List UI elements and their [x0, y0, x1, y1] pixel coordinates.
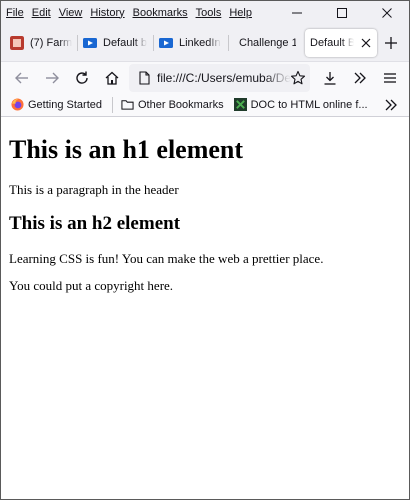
menu-history[interactable]: History — [90, 7, 124, 19]
folder-icon — [121, 100, 134, 110]
more-tools-button[interactable] — [345, 64, 375, 92]
forward-button[interactable] — [37, 64, 67, 92]
title-bar: File Edit View History Bookmarks Tools H… — [1, 1, 409, 25]
tab-label: Challenge 1 — [239, 37, 296, 49]
back-button[interactable] — [7, 64, 37, 92]
menu-bookmarks[interactable]: Bookmarks — [133, 7, 188, 19]
bookmark-label: DOC to HTML online f... — [250, 98, 368, 111]
close-icon — [361, 38, 371, 48]
home-icon — [105, 71, 119, 85]
tab-label: Default b — [103, 37, 148, 49]
arrow-left-icon — [15, 72, 28, 83]
window-controls — [274, 1, 409, 25]
download-icon — [324, 72, 336, 85]
url-text: file:///C:/Users/emuba/De — [157, 71, 292, 85]
reload-icon — [76, 71, 88, 84]
app-menu-button[interactable] — [375, 64, 405, 92]
menu-tools[interactable]: Tools — [196, 7, 222, 19]
maximize-button[interactable] — [319, 1, 364, 25]
bookmark-label: Other Bookmarks — [138, 98, 224, 111]
maximize-icon — [336, 8, 347, 18]
tab-label: Default Br — [310, 37, 354, 49]
browser-window: File Edit View History Bookmarks Tools H… — [0, 0, 410, 500]
reload-button[interactable] — [67, 64, 97, 92]
close-icon — [381, 8, 392, 18]
address-bar[interactable]: file:///C:/Users/emuba/De — [129, 64, 310, 92]
video-icon — [159, 38, 173, 48]
chevron-double-right-icon — [354, 72, 366, 84]
menu-view[interactable]: View — [59, 7, 83, 19]
bookmark-getting-started[interactable]: Getting Started — [11, 98, 102, 111]
plus-icon — [385, 37, 397, 49]
page-icon — [139, 71, 150, 85]
minimize-button[interactable] — [274, 1, 319, 25]
bookmark-divider — [112, 96, 113, 113]
downloads-button[interactable] — [315, 64, 345, 92]
toolbar-right — [315, 64, 405, 92]
close-tab-button[interactable] — [360, 36, 372, 50]
bookmarks-bar: Getting Started Other Bookmarks DOC to H… — [1, 93, 409, 117]
page-content: This is an h1 element This is a paragrap… — [1, 118, 409, 499]
tab-default-br-active[interactable]: Default Br — [305, 29, 377, 57]
page-heading-h2: This is an h2 element — [9, 213, 181, 234]
menu-edit[interactable]: Edit — [32, 7, 51, 19]
tab-farm[interactable]: (7) Farm — [5, 29, 77, 57]
chevron-double-right-icon[interactable] — [383, 97, 399, 113]
bookmark-label: Getting Started — [28, 98, 102, 111]
bookmark-other-bookmarks[interactable]: Other Bookmarks — [121, 98, 224, 111]
footer-paragraph: You could put a copyright here. — [9, 278, 174, 293]
close-window-button[interactable] — [364, 1, 409, 25]
menu-file[interactable]: File — [6, 7, 24, 19]
home-button[interactable] — [97, 64, 127, 92]
tab-label: LinkedIn — [179, 37, 221, 49]
tab-label: (7) Farm — [30, 37, 72, 49]
body-paragraph: Learning CSS is fun! You can make the we… — [9, 251, 324, 266]
video-icon — [83, 38, 97, 48]
firefox-icon — [11, 98, 24, 111]
hamburger-menu-icon — [384, 73, 396, 83]
star-icon[interactable] — [290, 70, 306, 86]
menu-bar: File Edit View History Bookmarks Tools H… — [1, 1, 260, 25]
bookmark-doc-to-html[interactable]: DOC to HTML online f... — [233, 98, 368, 111]
arrow-right-icon — [46, 72, 59, 83]
tab-challenge-1[interactable]: Challenge 1 — [229, 29, 301, 57]
tab-strip: (7) Farm Default b LinkedIn Challenge 1 … — [1, 25, 409, 61]
new-tab-button[interactable] — [381, 33, 401, 53]
doc-icon — [233, 98, 247, 111]
menu-help[interactable]: Help — [229, 7, 252, 19]
minimize-icon — [291, 12, 302, 14]
header-paragraph: This is a paragraph in the header — [9, 182, 179, 197]
tab-linkedin[interactable]: LinkedIn — [154, 29, 228, 57]
page-heading-h1: This is an h1 element — [9, 135, 244, 164]
navigation-toolbar: file:///C:/Users/emuba/De — [1, 61, 409, 93]
tab-default-b[interactable]: Default b — [78, 29, 153, 57]
youtube-icon — [10, 36, 24, 50]
